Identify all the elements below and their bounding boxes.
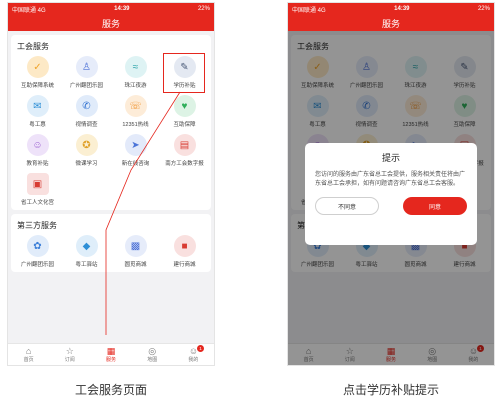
- pointer-line: [105, 91, 181, 335]
- annotation-pointer: [105, 91, 181, 335]
- stage: 中国联通 4G 14:39 22% 服务 工会服务 ✓ 互助保障系统 ♙ 广州翻团乐园…: [0, 0, 499, 407]
- caption-left: 工会服务页面: [74, 383, 147, 397]
- caption-right: 点击学历补贴提示: [342, 383, 439, 397]
